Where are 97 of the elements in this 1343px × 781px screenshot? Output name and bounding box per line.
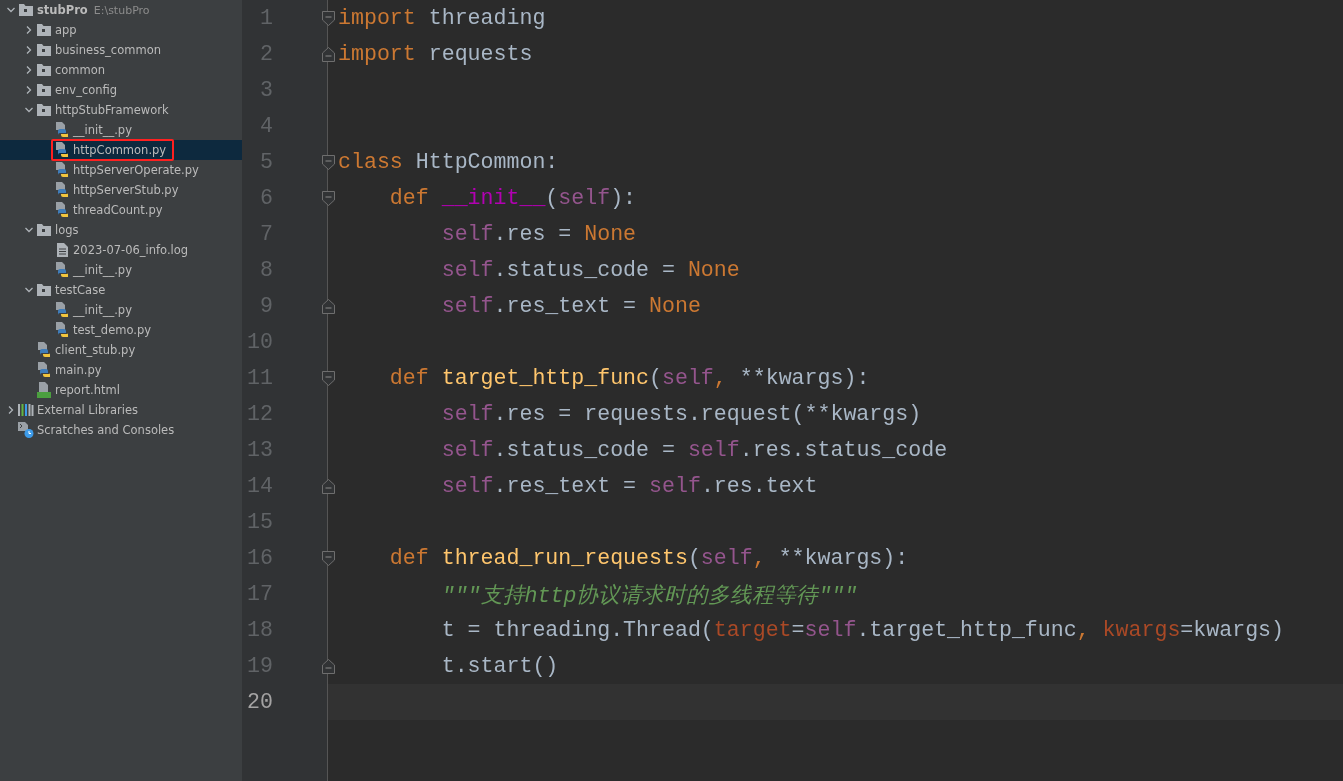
code-line: def __init__(self): bbox=[388, 186, 637, 210]
tree-row[interactable]: test_demo.py bbox=[0, 320, 242, 340]
file-name: business_common bbox=[55, 43, 161, 57]
tree-row[interactable]: client_stub.py bbox=[0, 340, 242, 360]
fold-marker-icon[interactable] bbox=[321, 658, 335, 674]
code-line: self.status_code = None bbox=[440, 258, 740, 282]
tree-row[interactable]: app bbox=[0, 20, 242, 40]
folder-icon bbox=[37, 44, 51, 56]
code-line: t.start() bbox=[440, 654, 559, 678]
tree-row[interactable]: httpServerStub.py bbox=[0, 180, 242, 200]
python-file-icon bbox=[55, 182, 69, 198]
code-line: self.res = None bbox=[440, 222, 637, 246]
folder-icon bbox=[37, 84, 51, 96]
file-name: common bbox=[55, 63, 106, 77]
tree-row[interactable]: 2023-07-06_info.log bbox=[0, 240, 242, 260]
line-number: 20 bbox=[246, 690, 273, 714]
file-name: testCase bbox=[55, 283, 106, 297]
file-name: httpServerStub.py bbox=[73, 183, 179, 197]
tree-row[interactable]: business_common bbox=[0, 40, 242, 60]
tree-row[interactable]: External Libraries bbox=[0, 400, 242, 420]
chevron-down-icon[interactable] bbox=[24, 105, 34, 115]
file-name: logs bbox=[55, 223, 79, 237]
code-line: self.res = requests.request(**kwargs) bbox=[440, 402, 922, 426]
file-name: test_demo.py bbox=[73, 323, 151, 337]
chevron-down-icon[interactable] bbox=[24, 285, 34, 295]
project-path: E:\stubPro bbox=[93, 3, 150, 17]
tree-row[interactable]: __init__.py bbox=[0, 120, 242, 140]
tree-row[interactable]: logs bbox=[0, 220, 242, 240]
tree-row[interactable]: testCase bbox=[0, 280, 242, 300]
file-name: Scratches and Consoles bbox=[37, 423, 175, 437]
code-line: import requests bbox=[338, 42, 533, 66]
fold-marker-icon[interactable] bbox=[321, 298, 335, 314]
chevron-right-icon[interactable] bbox=[6, 405, 16, 415]
html-file-icon bbox=[37, 382, 51, 398]
python-file-icon bbox=[55, 302, 69, 318]
python-file-icon bbox=[55, 262, 69, 278]
file-name: report.html bbox=[55, 383, 120, 397]
code-line: import threading bbox=[338, 6, 546, 30]
text-file-icon bbox=[56, 243, 68, 257]
tree-row[interactable]: threadCount.py bbox=[0, 200, 242, 220]
tree-row[interactable]: main.py bbox=[0, 360, 242, 380]
tree-row[interactable]: __init__.py bbox=[0, 300, 242, 320]
file-name: External Libraries bbox=[37, 403, 139, 417]
python-file-icon bbox=[37, 362, 51, 378]
chevron-down-icon[interactable] bbox=[24, 225, 34, 235]
code-line: def thread_run_requests(self, **kwargs): bbox=[388, 546, 909, 570]
fold-marker-icon[interactable] bbox=[321, 550, 335, 566]
file-name: __init__.py bbox=[73, 303, 132, 317]
fold-marker-icon[interactable] bbox=[321, 154, 335, 170]
code-line: self.status_code = self.res.status_code bbox=[440, 438, 948, 462]
tree-row[interactable]: Scratches and Consoles bbox=[0, 420, 242, 440]
file-name: app bbox=[55, 23, 77, 37]
code-line: t = threading.Thread(target=self.target_http_func, kwargs=kwargs) bbox=[440, 618, 1285, 642]
folder-icon bbox=[37, 64, 51, 76]
file-name: main.py bbox=[55, 363, 102, 377]
tree-row[interactable]: httpStubFramework bbox=[0, 100, 242, 120]
fold-marker-icon[interactable] bbox=[321, 478, 335, 494]
python-file-icon bbox=[37, 342, 51, 358]
folder-icon bbox=[37, 284, 51, 296]
file-name: __init__.py bbox=[73, 123, 132, 137]
scratch-console-icon bbox=[18, 422, 34, 438]
python-file-icon bbox=[55, 162, 69, 178]
tree-row[interactable]: httpCommon.py bbox=[0, 140, 242, 160]
folder-icon bbox=[37, 224, 51, 236]
folder-icon bbox=[37, 24, 51, 36]
file-name: client_stub.py bbox=[55, 343, 136, 357]
code-line: class HttpCommon: bbox=[338, 150, 559, 174]
tree-row[interactable]: report.html bbox=[0, 380, 242, 400]
tree-row[interactable]: __init__.py bbox=[0, 260, 242, 280]
file-name: httpStubFramework bbox=[55, 103, 169, 117]
python-file-icon bbox=[55, 202, 69, 218]
file-name: __init__.py bbox=[73, 263, 132, 277]
folder-icon bbox=[19, 4, 33, 16]
python-file-icon bbox=[55, 322, 69, 338]
tree-row[interactable]: common bbox=[0, 60, 242, 80]
code-line: """支持http协议请求时的多线程等待""" bbox=[440, 582, 858, 609]
file-name: httpCommon.py bbox=[73, 143, 167, 157]
fold-marker-icon[interactable] bbox=[321, 370, 335, 386]
python-file-icon bbox=[55, 122, 69, 138]
code-line: self.res_text = self.res.text bbox=[440, 474, 818, 498]
library-bars-icon bbox=[18, 404, 34, 416]
fold-marker-icon[interactable] bbox=[321, 10, 335, 26]
file-name: 2023-07-06_info.log bbox=[73, 243, 189, 257]
file-name: httpServerOperate.py bbox=[73, 163, 199, 177]
code-line: def target_http_func(self, **kwargs): bbox=[388, 366, 870, 390]
code-line: self.res_text = None bbox=[440, 294, 701, 318]
folder-icon bbox=[37, 104, 51, 116]
file-name: threadCount.py bbox=[73, 203, 163, 217]
chevron-down-icon[interactable] bbox=[6, 5, 16, 15]
python-file-icon bbox=[55, 142, 69, 158]
file-name: env_config bbox=[55, 83, 118, 97]
file-name: stubPro bbox=[37, 3, 88, 17]
tree-row[interactable]: stubPro E:\stubPro bbox=[0, 0, 242, 20]
fold-marker-icon[interactable] bbox=[321, 190, 335, 206]
tree-row[interactable]: httpServerOperate.py bbox=[0, 160, 242, 180]
tree-row[interactable]: env_config bbox=[0, 80, 242, 100]
fold-marker-icon[interactable] bbox=[321, 46, 335, 62]
